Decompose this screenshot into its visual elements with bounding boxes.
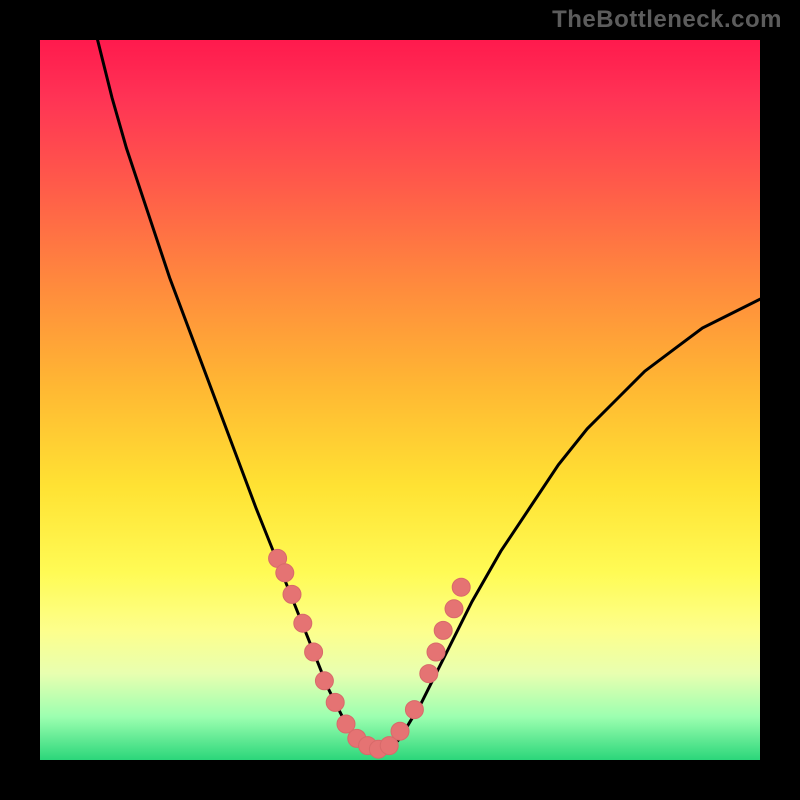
data-marker <box>391 722 409 740</box>
chart-svg <box>40 40 760 760</box>
data-marker <box>276 564 294 582</box>
data-marker <box>315 672 333 690</box>
data-marker <box>283 585 301 603</box>
chart-frame: TheBottleneck.com <box>0 0 800 800</box>
plot-area <box>40 40 760 760</box>
data-marker <box>445 600 463 618</box>
data-marker <box>434 621 452 639</box>
data-marker <box>405 701 423 719</box>
data-marker <box>452 578 470 596</box>
data-marker <box>305 643 323 661</box>
watermark-text: TheBottleneck.com <box>552 6 782 34</box>
data-marker <box>427 643 445 661</box>
data-marker <box>420 665 438 683</box>
data-marker <box>294 614 312 632</box>
data-marker <box>326 693 344 711</box>
